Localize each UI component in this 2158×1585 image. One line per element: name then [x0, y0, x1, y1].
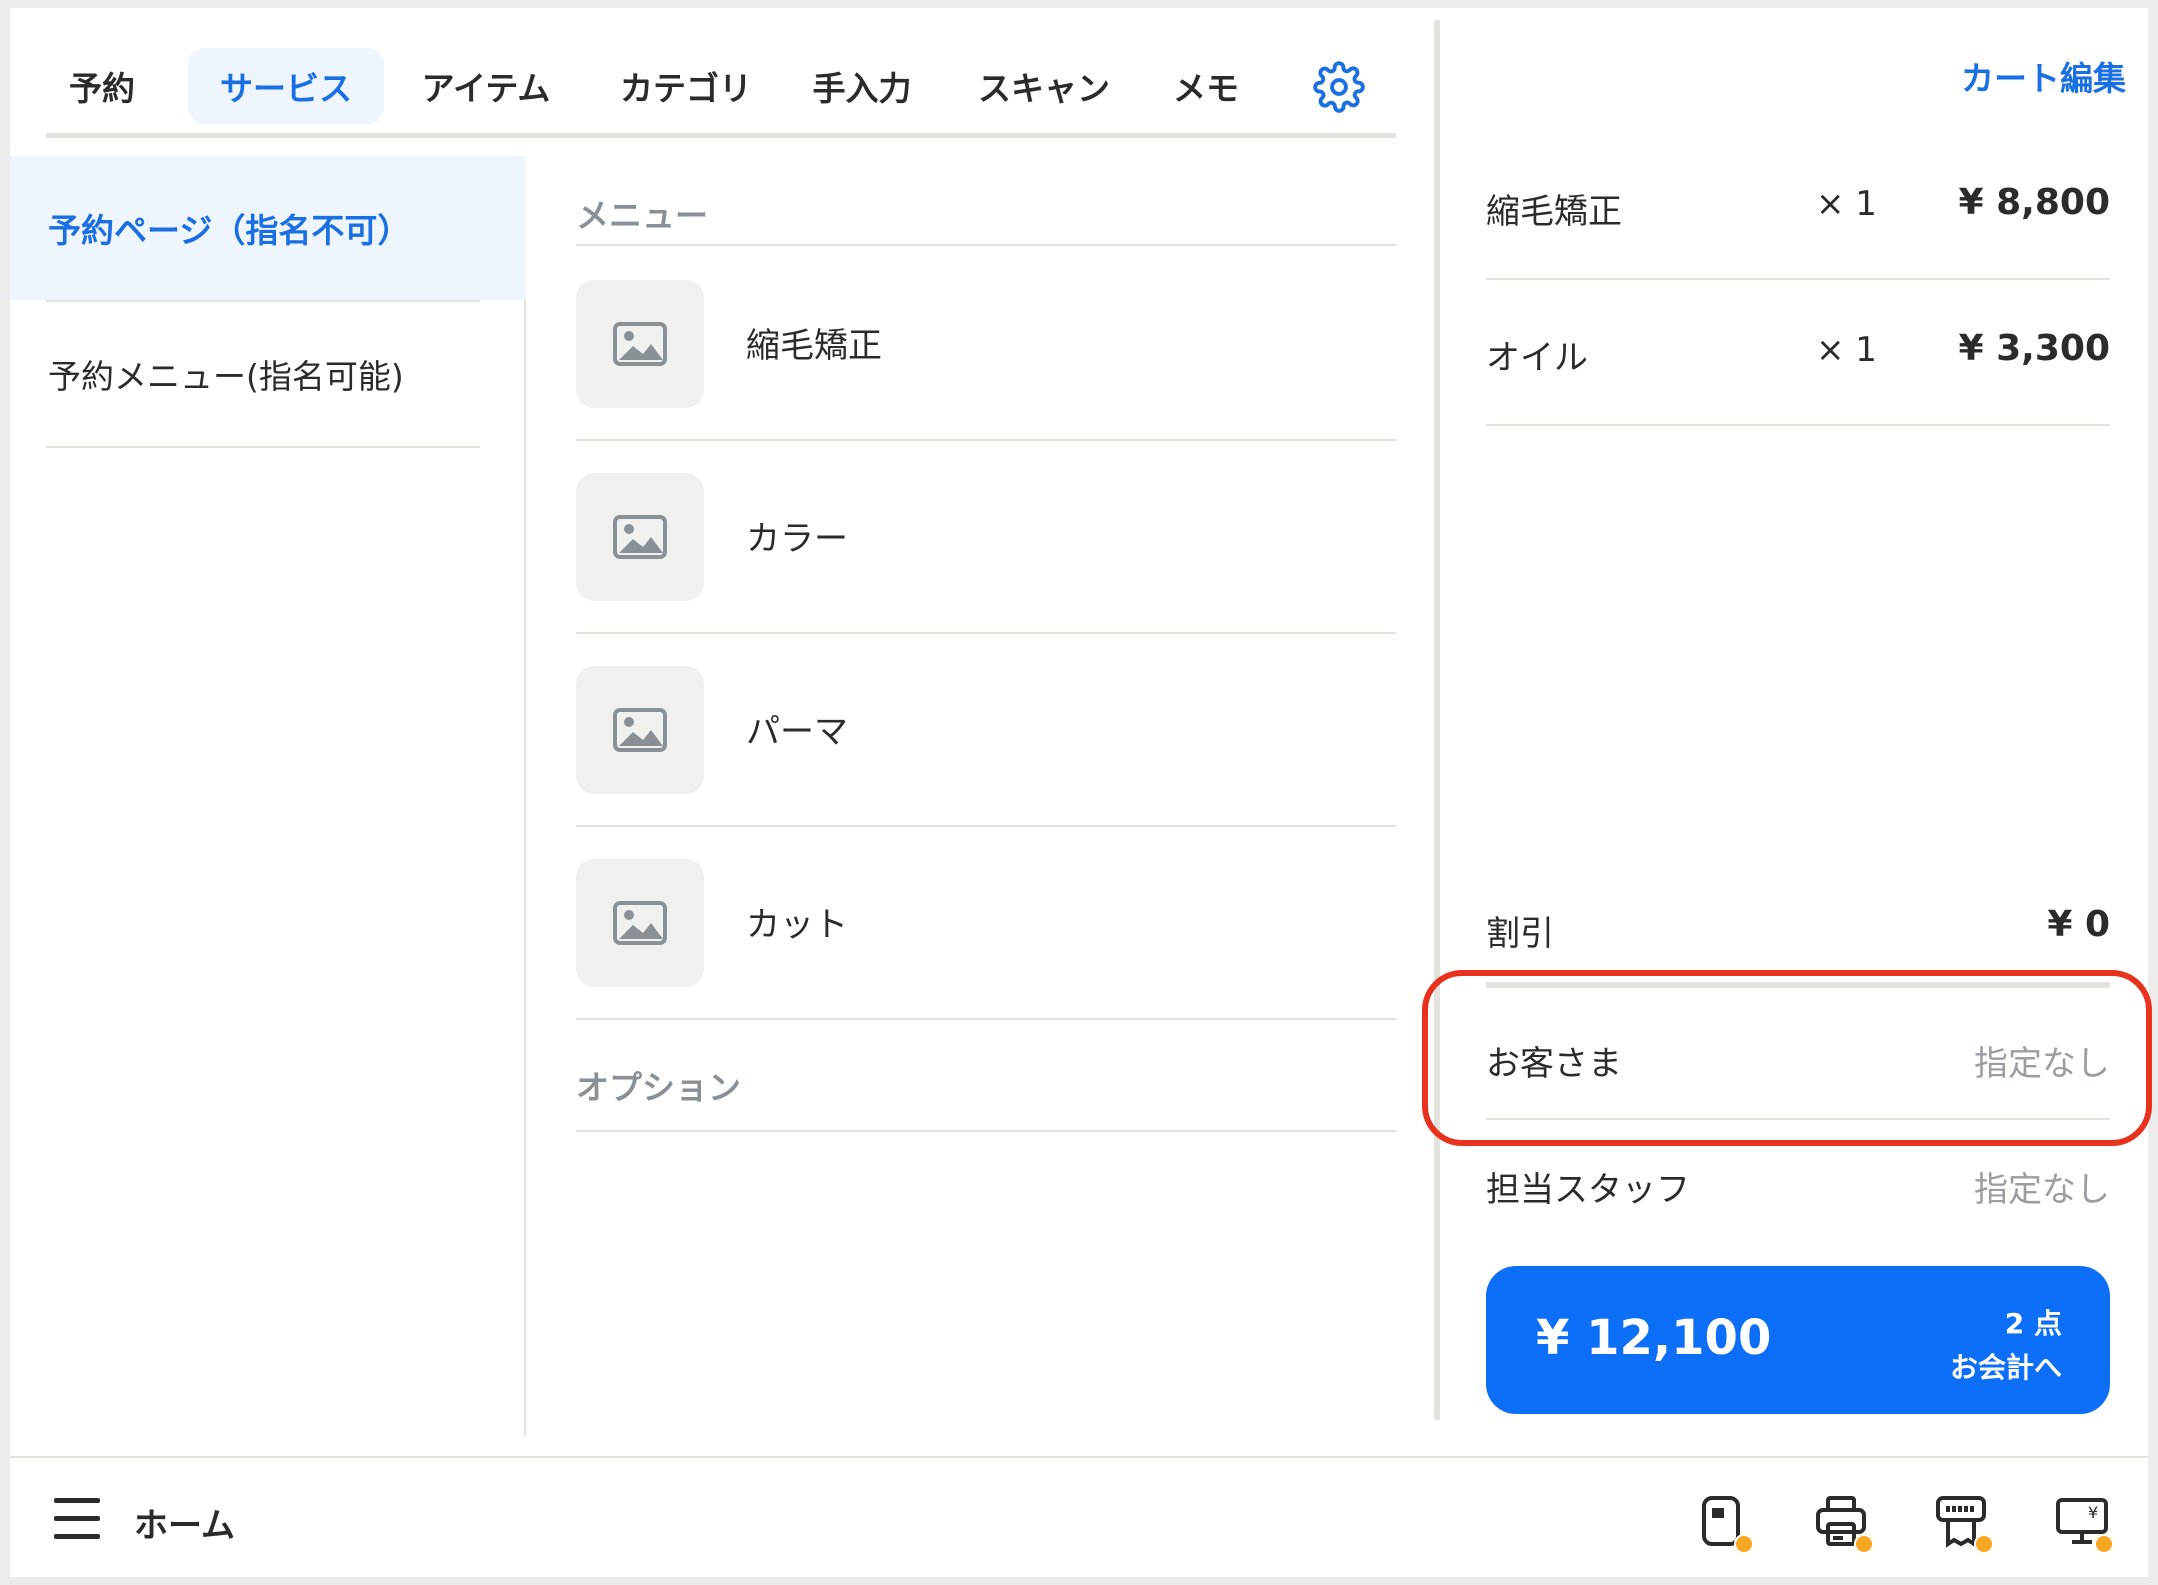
menu-item[interactable]: パーマ [576, 634, 1396, 827]
customer-display-icon[interactable]: ¥ [2054, 1494, 2114, 1554]
menu-list: メニュー 縮毛矯正 カラー パーマ カット オプション [576, 156, 1396, 1156]
receipt-printer-icon[interactable] [1934, 1494, 1994, 1554]
tab-memo[interactable]: メモ [1158, 48, 1254, 124]
menu-item[interactable]: 縮毛矯正 [576, 248, 1396, 441]
customer-value: 指定なし [1974, 1044, 2110, 1084]
discount-label: 割引 [1486, 914, 1554, 954]
cart-item-price: ¥ 8,800 [1958, 182, 2110, 223]
discount-row[interactable]: 割引 ¥ 0 [1486, 868, 2110, 988]
cart-item-qty: × 1 [1816, 330, 1877, 370]
customer-row[interactable]: お客さま 指定なし [1486, 994, 2110, 1120]
checkout-item-count: 2 点 [2004, 1307, 2062, 1340]
menu-item-label: カット [746, 905, 848, 945]
cart-item-name: オイル [1486, 338, 1588, 378]
image-placeholder-icon [576, 666, 704, 794]
bottom-bar: ホーム ¥ [10, 1456, 2148, 1577]
gear-icon[interactable] [1304, 52, 1374, 122]
menu-item[interactable]: カット [576, 827, 1396, 1020]
tab-bar: 予約 サービス アイテム カテゴリ 手入力 スキャン メモ [46, 38, 1396, 138]
image-placeholder-icon [576, 280, 704, 408]
home-label[interactable]: ホーム [134, 1498, 235, 1547]
cart-line-item[interactable]: オイル × 1 ¥ 3,300 [1486, 280, 2110, 426]
tab-item[interactable]: アイテム [396, 48, 576, 124]
staff-value: 指定なし [1974, 1170, 2110, 1210]
menu-item[interactable]: カラー [576, 441, 1396, 634]
tab-scan[interactable]: スキャン [954, 48, 1134, 124]
cart-item-qty: × 1 [1816, 184, 1877, 224]
cart-line-item[interactable]: 縮毛矯正 × 1 ¥ 8,800 [1486, 134, 2110, 280]
menu-item-label: カラー [746, 519, 848, 559]
cart-panel: カート編集 縮毛矯正 × 1 ¥ 8,800 オイル × 1 ¥ 3,300 割… [1422, 8, 2152, 1448]
checkout-button[interactable]: ¥ 12,100 2 点 お会計へ [1486, 1266, 2110, 1414]
printer-icon[interactable] [1814, 1494, 1874, 1554]
category-item-reservation-menu[interactable]: 予約メニュー(指名可能) [10, 302, 526, 446]
cart-item-price: ¥ 3,300 [1958, 328, 2110, 369]
menu-item-label: 縮毛矯正 [746, 326, 882, 366]
tab-category[interactable]: カテゴリ [596, 48, 776, 124]
svg-text:¥: ¥ [2088, 1503, 2098, 1522]
tab-reservation[interactable]: 予約 [54, 48, 150, 124]
tab-service[interactable]: サービス [188, 48, 384, 124]
tab-manual-input[interactable]: 手入力 [792, 48, 932, 124]
section-header-menu: メニュー [576, 182, 1396, 246]
discount-value: ¥ 0 [2047, 904, 2110, 945]
category-list: 予約ページ（指名不可） 予約メニュー(指名可能) [10, 156, 526, 1436]
staff-label: 担当スタッフ [1486, 1170, 1690, 1210]
checkout-label: お会計へ [1949, 1351, 2062, 1384]
card-reader-icon[interactable] [1694, 1494, 1754, 1554]
menu-item-label: パーマ [746, 712, 848, 752]
cart-item-name: 縮毛矯正 [1486, 192, 1622, 232]
panel-divider [1434, 20, 1440, 1420]
cart-edit-button[interactable]: カート編集 [1961, 52, 2126, 100]
section-header-option: オプション [576, 1040, 1396, 1132]
image-placeholder-icon [576, 473, 704, 601]
hamburger-menu-icon[interactable] [54, 1498, 100, 1540]
divider [46, 446, 480, 448]
staff-row[interactable]: 担当スタッフ 指定なし [1486, 1120, 2110, 1246]
category-item-reservation-page[interactable]: 予約ページ（指名不可） [10, 156, 526, 300]
pos-app: 予約 サービス アイテム カテゴリ 手入力 スキャン メモ 予約ページ（指名不可… [10, 8, 2152, 1577]
image-placeholder-icon [576, 859, 704, 987]
customer-label: お客さま [1486, 1044, 1622, 1084]
checkout-total: ¥ 12,100 [1536, 1310, 1772, 1366]
